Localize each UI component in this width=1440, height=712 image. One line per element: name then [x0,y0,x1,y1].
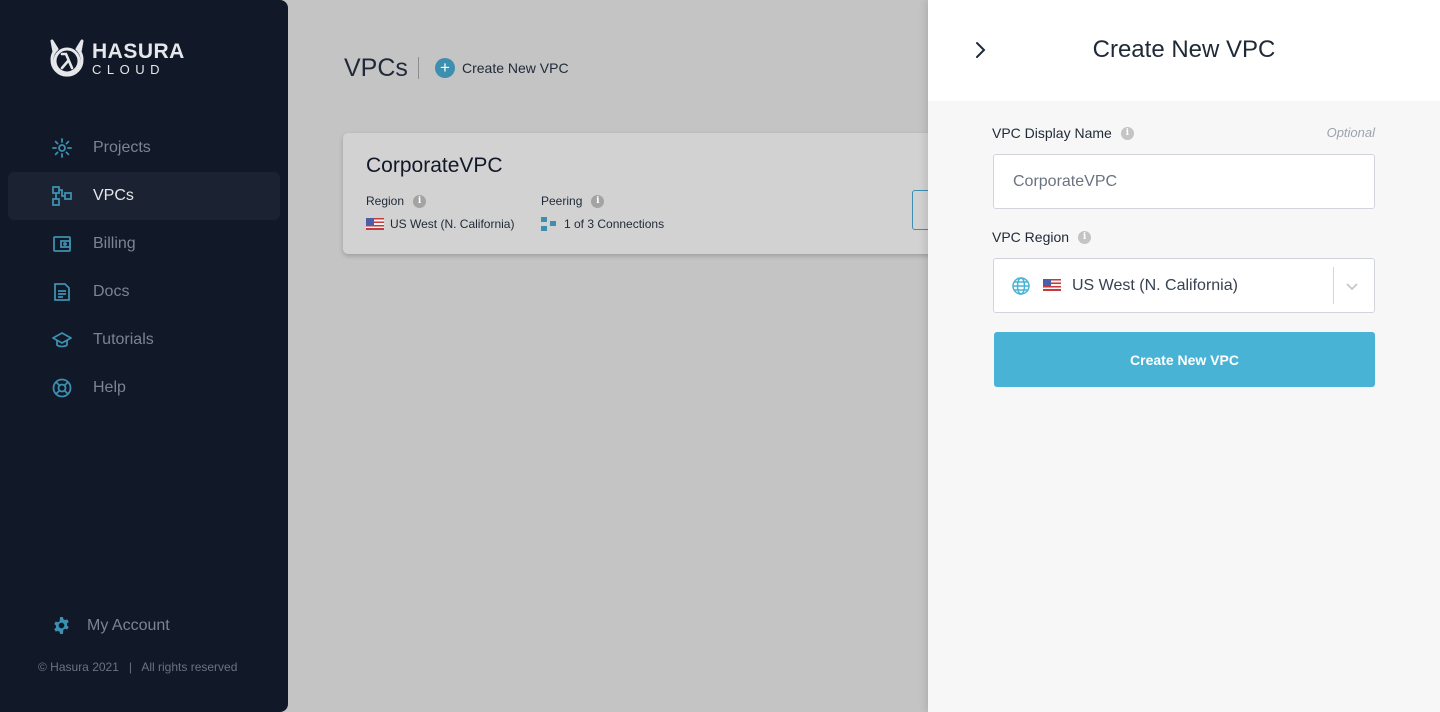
optional-hint: Optional [1326,125,1375,140]
billing-icon [52,234,72,254]
brand-name: HASURA [92,39,185,63]
sidebar-item-label: Tutorials [93,331,154,348]
info-icon[interactable]: i [591,194,605,208]
create-new-vpc-button[interactable]: Create New VPC [994,332,1375,387]
vpc-card[interactable]: CorporateVPC Region i US West (N. Califo… [343,133,983,254]
help-icon [52,378,72,398]
sidebar-item-billing[interactable]: Billing [8,220,280,268]
vpc-card-name: CorporateVPC [366,154,503,177]
peering-label: Peering [541,194,583,208]
info-icon[interactable]: i [1120,126,1134,140]
sidebar-item-projects[interactable]: Projects [8,124,280,172]
vpc-display-name-input[interactable] [993,154,1375,209]
vpc-region-label: VPC Region [992,229,1070,245]
create-vpc-panel: Create New VPC VPC Display Name i Option… [928,0,1440,712]
sidebar-nav: Projects VPCs Billing Docs Tutorials Hel… [8,124,280,412]
sidebar-item-label: VPCs [93,187,134,204]
info-icon[interactable]: i [413,194,427,208]
sidebar-item-tutorials[interactable]: Tutorials [8,316,280,364]
tutorials-icon [52,330,72,350]
vpc-region-value: US West (N. California) [1072,277,1238,294]
sidebar-item-help[interactable]: Help [8,364,280,412]
region-label: Region [366,194,405,208]
gear-icon [54,616,69,635]
peering-value: 1 of 3 Connections [564,217,665,231]
panel-title: Create New VPC [1092,36,1276,63]
info-icon[interactable]: i [1078,230,1092,244]
panel-header: Create New VPC [928,0,1440,101]
sidebar-item-label: Help [93,379,126,396]
hasura-cloud-logo[interactable]: HASURA CLOUD [47,38,185,78]
brand-subname: CLOUD [92,61,166,77]
globe-icon [1012,277,1030,295]
vpcs-icon [52,186,72,206]
sidebar: HASURA CLOUD Projects VPCs Billing Docs … [0,0,288,712]
my-account-link[interactable]: My Account [52,616,170,635]
title-divider [418,57,419,79]
sidebar-item-label: Projects [93,139,151,156]
projects-icon [52,138,72,158]
my-account-label: My Account [87,616,170,634]
sidebar-item-vpcs[interactable]: VPCs [8,172,280,220]
hasura-logo-icon [50,39,84,77]
sidebar-item-label: Billing [93,235,136,252]
sidebar-item-docs[interactable]: Docs [8,268,280,316]
vpc-display-name-label: VPC Display Name [992,125,1112,141]
us-flag-icon [1043,279,1061,291]
page-title: VPCs [344,54,408,82]
us-flag-icon [366,218,384,230]
chevron-down-icon [1346,283,1358,291]
sidebar-item-label: Docs [93,283,130,300]
peering-icon [541,217,556,231]
copyright-text: © Hasura 2021 | All rights reserved [38,660,238,674]
vpc-region-select[interactable]: US West (N. California) [993,258,1375,313]
create-new-vpc-link[interactable]: + Create New VPC [435,58,569,78]
plus-circle-icon: + [435,58,455,78]
docs-icon [52,282,72,302]
region-value: US West (N. California) [390,217,515,231]
select-separator [1333,267,1334,304]
create-new-vpc-label: Create New VPC [462,60,569,76]
